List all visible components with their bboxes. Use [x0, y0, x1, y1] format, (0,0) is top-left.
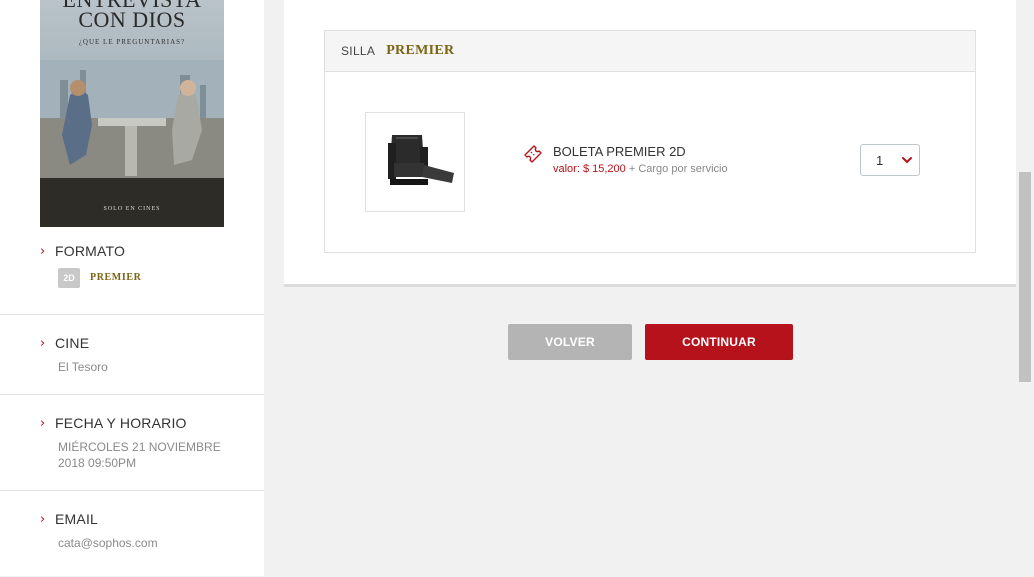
ticket-price-value: valor: $ 15,200: [553, 163, 626, 175]
ticket-price-suffix: + Cargo por servicio: [625, 163, 728, 175]
cine-label: CINE: [55, 335, 90, 351]
movie-poster: ENTREVISTA CON DIOS ¿QUE LE PREGUNTARIAS…: [40, 0, 224, 227]
ticket-price: valor: $ 15,200 + Cargo por servicio: [553, 163, 728, 175]
poster-title-line2: CON DIOS: [78, 7, 186, 32]
email-label: EMAIL: [55, 511, 99, 527]
continue-button[interactable]: CONTINUAR: [645, 324, 793, 360]
fecha-label: FECHA Y HORARIO: [55, 415, 187, 431]
poster-footer: SOLO EN CINES: [103, 206, 161, 212]
cine-value: El Tesoro: [58, 360, 108, 374]
page-scrollbar[interactable]: [1016, 0, 1034, 576]
poster-tagline: ¿QUE LE PREGUNTARIAS?: [78, 38, 186, 46]
quantity-value: 1: [876, 152, 884, 168]
formato-header[interactable]: › FORMATO: [40, 243, 125, 259]
email-section: [0, 490, 264, 577]
quantity-select[interactable]: 1: [860, 144, 920, 176]
poster-artwork: [40, 60, 224, 227]
format-value: PREMIER: [90, 272, 142, 283]
fecha-value-line2: 2018 09:50PM: [58, 456, 137, 470]
cine-section: [0, 314, 264, 395]
chevron-right-icon: ›: [40, 511, 46, 527]
cine-header[interactable]: › CINE: [40, 335, 89, 351]
chevron-down-icon: [902, 157, 912, 164]
seat-type-name: PREMIER: [386, 43, 455, 58]
seat-type-box: SILLA PREMIER BOLETA PREMIER 2D valor: $…: [324, 30, 976, 253]
email-header[interactable]: › EMAIL: [40, 511, 98, 527]
chevron-right-icon: ›: [40, 415, 46, 431]
fecha-value: MIÉRCOLES 21 NOVIEMBRE 2018 09:50PM: [58, 439, 221, 471]
format-badge: 2D: [58, 268, 80, 288]
scrollbar-thumb[interactable]: [1019, 172, 1031, 382]
recliner-icon: [388, 135, 454, 185]
recliner-seat-image: [365, 112, 465, 212]
chevron-right-icon: ›: [40, 335, 46, 351]
ticket-name: BOLETA PREMIER 2D: [553, 144, 686, 159]
fecha-value-line1: MIÉRCOLES 21 NOVIEMBRE: [58, 440, 221, 454]
chevron-right-icon: ›: [40, 243, 46, 259]
formato-label: FORMATO: [55, 243, 126, 259]
back-button[interactable]: VOLVER: [508, 324, 632, 360]
sidebar: ENTREVISTA CON DIOS ¿QUE LE PREGUNTARIAS…: [0, 0, 264, 576]
email-value: cata@sophos.com: [58, 536, 158, 550]
ticket-card: SILLA PREMIER BOLETA PREMIER 2D valor: $…: [284, 0, 1016, 287]
poster-title: ENTREVISTA CON DIOS: [40, 0, 224, 32]
fecha-header[interactable]: › FECHA Y HORARIO: [40, 415, 187, 431]
seat-type-header: SILLA PREMIER: [325, 31, 975, 72]
ticket-icon: [524, 145, 542, 163]
seat-type-prefix: SILLA: [341, 44, 376, 58]
